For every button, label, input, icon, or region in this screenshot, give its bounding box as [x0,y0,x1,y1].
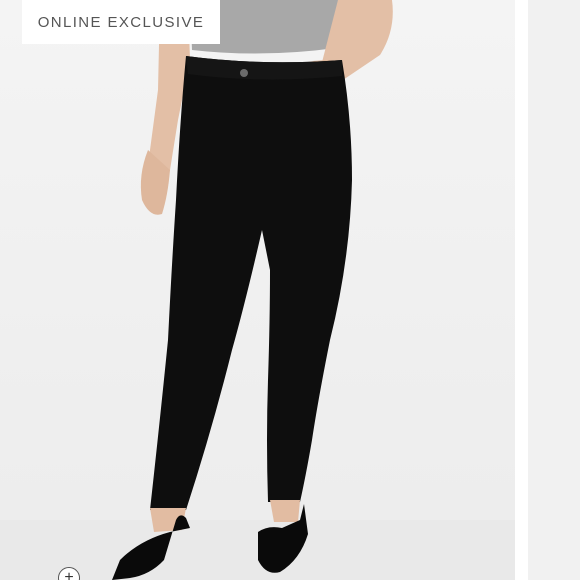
model-figure [0,0,515,580]
product-image[interactable]: ONLINE EXCLUSIVE + [0,0,515,580]
waistband [186,56,342,80]
button [240,69,248,77]
right-ankle [270,500,300,522]
online-exclusive-badge: ONLINE EXCLUSIVE [22,0,220,44]
next-image-preview[interactable] [528,0,580,580]
jeans [150,56,352,510]
